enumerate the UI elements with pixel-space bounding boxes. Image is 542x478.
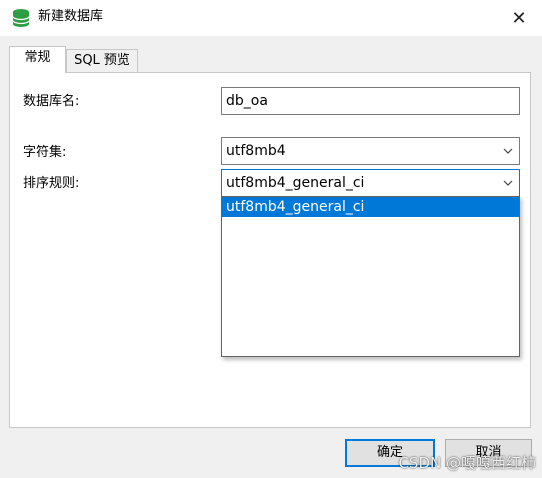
watermark-text: CSDN @嘎嘎西红柿 xyxy=(398,454,536,472)
chevron-down-icon xyxy=(503,148,513,154)
collation-select[interactable]: utf8mb4_general_ci xyxy=(221,169,520,197)
tab-sql-preview[interactable]: SQL 预览 xyxy=(66,49,138,73)
database-name-label: 数据库名: xyxy=(23,94,80,109)
charset-select[interactable]: utf8mb4 xyxy=(221,137,520,165)
charset-label: 字符集: xyxy=(23,145,67,160)
database-icon xyxy=(12,9,30,27)
database-name-input[interactable]: db_oa xyxy=(221,87,520,115)
title-bar: 新建数据库 ✕ xyxy=(0,0,542,36)
close-icon: ✕ xyxy=(511,7,527,29)
collation-dropdown-list: utf8mb4_general_ci xyxy=(221,196,520,357)
close-button[interactable]: ✕ xyxy=(496,0,542,36)
dropdown-option[interactable]: utf8mb4_general_ci xyxy=(222,197,519,217)
tab-general[interactable]: 常规 xyxy=(9,46,66,73)
collation-value: utf8mb4_general_ci xyxy=(226,175,365,191)
collation-label: 排序规则: xyxy=(23,176,80,191)
charset-value: utf8mb4 xyxy=(226,143,286,159)
window-title: 新建数据库 xyxy=(38,9,104,24)
chevron-down-icon xyxy=(503,180,513,186)
